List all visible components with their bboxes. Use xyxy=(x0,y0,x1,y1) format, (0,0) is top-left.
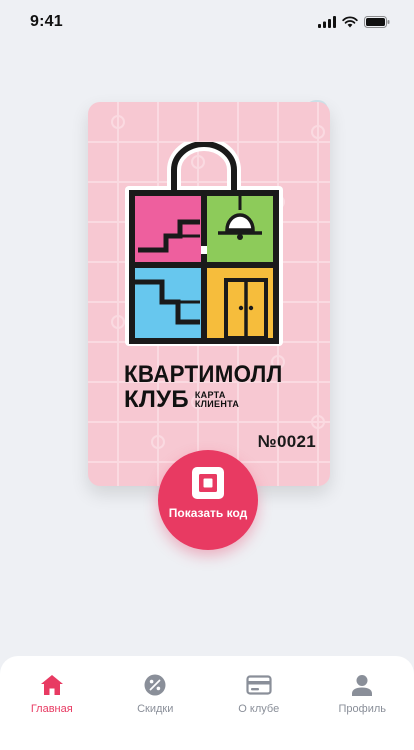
user-icon xyxy=(349,672,375,698)
tab-profile-label: Профиль xyxy=(338,703,387,715)
card-subtitle: КАРТА КЛИЕНТА xyxy=(194,389,240,410)
brand-name: КВАРТИМОЛЛ xyxy=(124,361,283,388)
show-code-label: Показать код xyxy=(168,506,248,520)
card-subtitle-line2: КЛИЕНТА xyxy=(194,399,240,409)
qr-code-icon xyxy=(192,467,224,499)
wifi-icon xyxy=(342,16,358,28)
tab-home[interactable]: Главная xyxy=(7,672,97,750)
tab-bar: Главная Скидки О клубе Профиль xyxy=(0,656,414,750)
tab-about-club-label: О клубе xyxy=(238,703,280,715)
card-brand: КВАРТИМОЛЛ КЛУБ КАРТА КЛИЕНТА xyxy=(124,363,294,412)
tab-discounts[interactable]: Скидки xyxy=(110,672,200,750)
client-card[interactable]: КВАРТИМОЛЛ КЛУБ КАРТА КЛИЕНТА №0021 xyxy=(88,102,330,486)
status-bar: 9:41 xyxy=(0,0,414,44)
battery-icon xyxy=(364,16,390,28)
brand-club: КЛУБ xyxy=(124,386,189,413)
tab-about-club[interactable]: О клубе xyxy=(214,672,304,750)
card-icon xyxy=(246,672,272,698)
client-card-area: КВАРТИМОЛЛ КЛУБ КАРТА КЛИЕНТА №0021 xyxy=(88,100,330,486)
percent-icon xyxy=(142,672,168,698)
tab-home-label: Главная xyxy=(30,703,73,715)
tab-profile[interactable]: Профиль xyxy=(317,672,407,750)
home-icon xyxy=(39,672,65,698)
status-icons xyxy=(318,16,390,28)
tab-discounts-label: Скидки xyxy=(137,703,174,715)
card-number: №0021 xyxy=(257,432,316,451)
kvartimoll-logo xyxy=(125,142,283,346)
signal-icon xyxy=(318,16,336,28)
show-code-button[interactable]: Показать код xyxy=(158,450,258,550)
card-subtitle-line1: КАРТА xyxy=(194,389,226,400)
status-time: 9:41 xyxy=(30,13,63,30)
